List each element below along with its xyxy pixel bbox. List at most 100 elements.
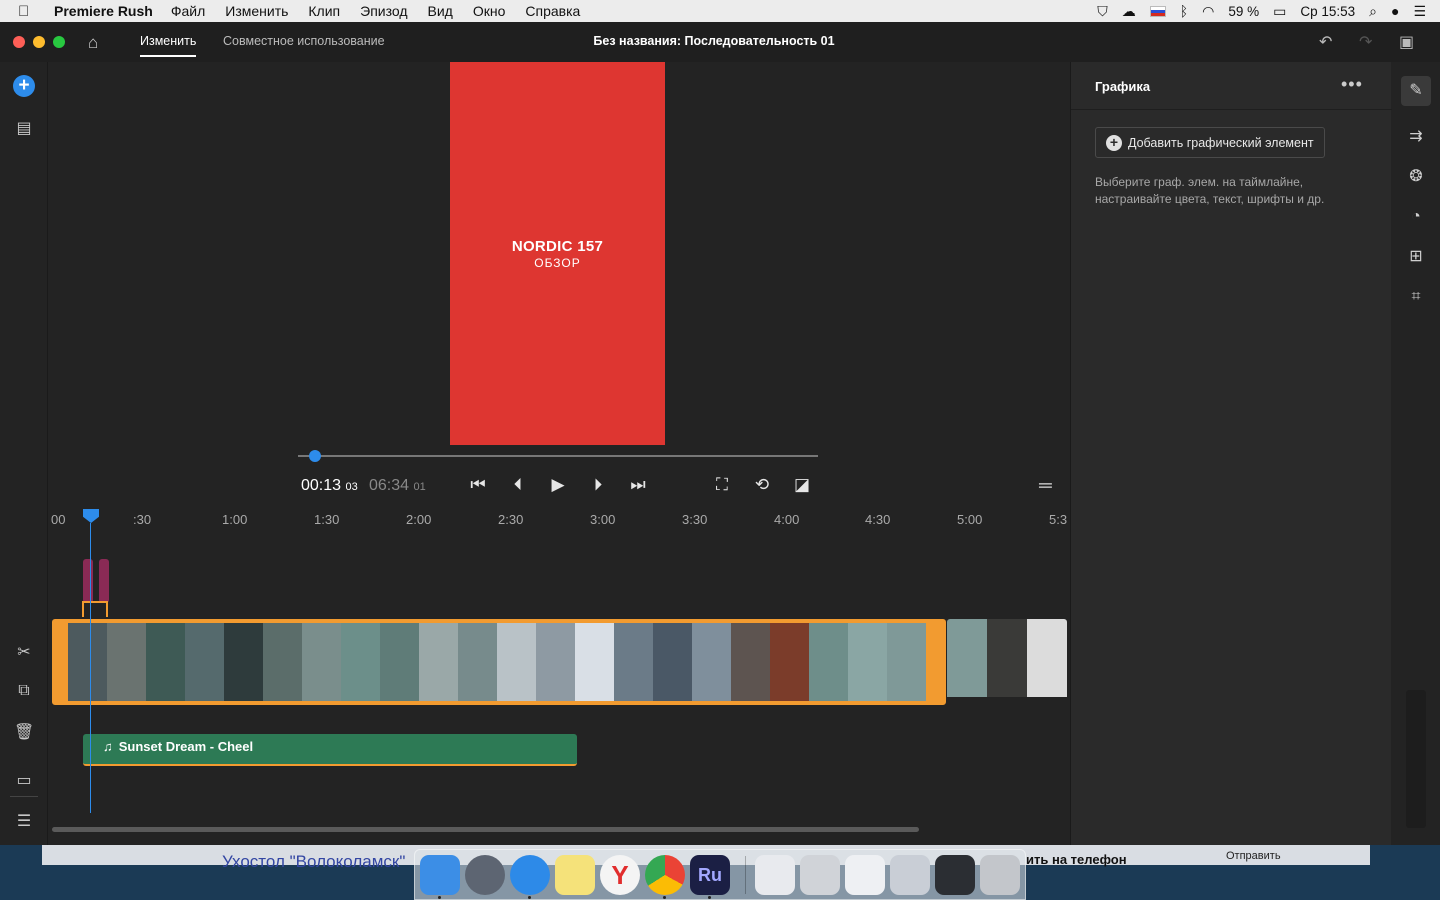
redo-icon[interactable]: ↷: [1359, 32, 1372, 52]
color-icon[interactable]: ❂: [1405, 166, 1427, 188]
step-back-icon[interactable]: ⏴: [507, 475, 529, 495]
toggle-track-list-icon[interactable]: ☰: [14, 811, 34, 831]
menu-file[interactable]: Файл: [171, 3, 205, 19]
video-clip-thumbnails: [68, 623, 926, 701]
feedback-icon[interactable]: ▣: [1399, 32, 1414, 52]
siri-icon[interactable]: ●: [1391, 3, 1399, 19]
menu-window[interactable]: Окно: [473, 3, 506, 19]
menu-app-name[interactable]: Premiere Rush: [54, 3, 153, 19]
menubar-clock[interactable]: Ср 15:53: [1300, 4, 1355, 19]
graphic-clip[interactable]: [99, 559, 109, 603]
dock-separator: [745, 856, 746, 894]
macos-menubar:  Premiere Rush Файл Изменить Клип Эпизо…: [0, 0, 1440, 22]
preview-options-icon[interactable]: ═: [1039, 475, 1052, 496]
delete-clip-trash-icon[interactable]: 🗑: [14, 722, 34, 742]
timeline-panel: 00 :30 1:00 1:30 2:00 2:30 3:00 3:30 4:0…: [49, 505, 1069, 845]
preview-monitor: NORDIC 157 ОБЗОР 00:13 03 06:34 01 ⏮ ⏴ ▶…: [49, 62, 1069, 505]
preview-subtitle-text: ОБЗОР: [534, 255, 581, 270]
speed-icon[interactable]: ◔: [1405, 206, 1427, 228]
video-clip-next[interactable]: [947, 619, 1067, 705]
graphics-tool-icon[interactable]: ✎: [1401, 76, 1431, 106]
shield-icon[interactable]: ⛉: [1097, 3, 1108, 20]
spotlight-search-icon[interactable]: ⌕: [1369, 3, 1377, 20]
crop-transform-icon[interactable]: ⌗: [1405, 286, 1427, 308]
fullscreen-icon[interactable]: ⛶: [711, 475, 733, 495]
minimized-window-thumbnail[interactable]: [890, 855, 930, 895]
preview-video-frame[interactable]: NORDIC 157 ОБЗОР: [450, 62, 665, 445]
minimized-window-thumbnail[interactable]: [755, 855, 795, 895]
ruler-tick-label: 3:30: [682, 512, 708, 527]
loop-icon[interactable]: ⟲: [751, 475, 773, 495]
duplicate-clip-icon[interactable]: ⧉: [14, 682, 34, 702]
timeline-horizontal-scrollbar[interactable]: [52, 827, 919, 832]
menu-edit[interactable]: Изменить: [225, 3, 288, 19]
play-icon[interactable]: ▶: [547, 475, 569, 495]
menubar-status-area: ⛉ ☁ ᛒ ◠ 59 % ▭ Ср 15:53 ⌕ ● ☰: [1097, 0, 1426, 22]
video-thumbnail-frame: [458, 623, 497, 701]
video-clip-selected[interactable]: [52, 619, 946, 705]
ruler-tick-label: 4:30: [865, 512, 891, 527]
more-options-icon[interactable]: •••: [1341, 74, 1363, 95]
menu-sequence[interactable]: Эпизод: [360, 3, 407, 19]
scrub-handle[interactable]: [309, 450, 322, 462]
battery-icon[interactable]: ▭: [1273, 3, 1286, 20]
notification-center-icon[interactable]: ☰: [1413, 3, 1426, 20]
menu-view[interactable]: Вид: [428, 3, 453, 19]
launchpad-icon[interactable]: [465, 855, 505, 895]
minimized-window-thumbnail[interactable]: [800, 855, 840, 895]
step-forward-icon[interactable]: ⏵: [587, 475, 609, 495]
left-toolbar: + ▤ ✂ ⧉ 🗑 ▭ ☰: [0, 62, 48, 845]
split-clip-scissors-icon[interactable]: ✂: [14, 642, 34, 662]
bluetooth-icon[interactable]: ᛒ: [1180, 3, 1188, 19]
panel-scrollbar[interactable]: [1406, 690, 1426, 828]
video-thumbnail-frame: [341, 623, 380, 701]
track-controls-icon[interactable]: ▭: [14, 770, 34, 790]
background-text-left: Ухостол "Волоколамск": [222, 852, 406, 871]
document-title: Без названия: Последовательность 01: [593, 34, 835, 48]
go-to-start-icon[interactable]: ⏮: [467, 475, 489, 495]
video-thumbnail-frame: [107, 623, 146, 701]
finder-icon[interactable]: [420, 855, 460, 895]
ruler-tick-label: 00: [51, 512, 66, 527]
add-graphic-button[interactable]: + Добавить графический элемент: [1095, 127, 1325, 158]
panel-title: Графика: [1095, 79, 1151, 94]
graphics-panel: Графика ••• + Добавить графический элеме…: [1070, 62, 1392, 845]
undo-icon[interactable]: ↶: [1319, 32, 1332, 52]
preview-scrub-bar[interactable]: [298, 455, 818, 457]
trash-icon[interactable]: [980, 855, 1020, 895]
running-indicator: [663, 896, 666, 899]
ruler-tick-label: 1:30: [314, 512, 340, 527]
yandex-browser-icon[interactable]: Y: [600, 855, 640, 895]
battery-percent[interactable]: 59 %: [1228, 4, 1259, 19]
creative-cloud-icon[interactable]: ☁: [1122, 3, 1136, 20]
apple-menu-icon[interactable]: : [18, 3, 38, 20]
video-thumbnail-frame: [575, 623, 614, 701]
add-media-button[interactable]: +: [13, 75, 35, 97]
right-toolbar: ✎ ⇉ ❂ ◔ ⊞ ⌗: [1392, 62, 1440, 845]
transitions-icon[interactable]: ⇉: [1405, 126, 1427, 148]
audio-icon[interactable]: ⊞: [1405, 246, 1427, 268]
minimized-window-thumbnail[interactable]: [935, 855, 975, 895]
aspect-ratio-icon[interactable]: ◪: [791, 475, 813, 495]
add-graphic-label: Добавить графический элемент: [1128, 135, 1314, 150]
input-source-flag-icon[interactable]: [1149, 5, 1166, 17]
menu-clip[interactable]: Клип: [308, 3, 340, 19]
preview-title-text: NORDIC 157: [511, 237, 604, 255]
chrome-icon[interactable]: [645, 855, 685, 895]
plus-circle-icon: +: [1106, 134, 1122, 151]
audio-clip[interactable]: ♫ Sunset Dream - Cheel: [83, 734, 577, 766]
project-assets-icon[interactable]: ▤: [14, 118, 34, 138]
video-thumbnail-frame: [848, 623, 887, 701]
premiere-rush-dock-icon[interactable]: Ru: [690, 855, 730, 895]
notes-icon[interactable]: [555, 855, 595, 895]
graphic-clip[interactable]: [83, 559, 93, 603]
video-thumbnail-frame: [536, 623, 575, 701]
go-to-end-icon[interactable]: ⏭: [627, 475, 649, 495]
background-send-button[interactable]: Отправить: [1226, 850, 1281, 862]
menu-help[interactable]: Справка: [525, 3, 580, 19]
wifi-icon[interactable]: ◠: [1202, 3, 1214, 20]
minimized-window-thumbnail[interactable]: [845, 855, 885, 895]
graphic-clip-selection-bracket: [82, 601, 108, 617]
playhead-handle[interactable]: [83, 509, 99, 523]
safari-icon[interactable]: [510, 855, 550, 895]
